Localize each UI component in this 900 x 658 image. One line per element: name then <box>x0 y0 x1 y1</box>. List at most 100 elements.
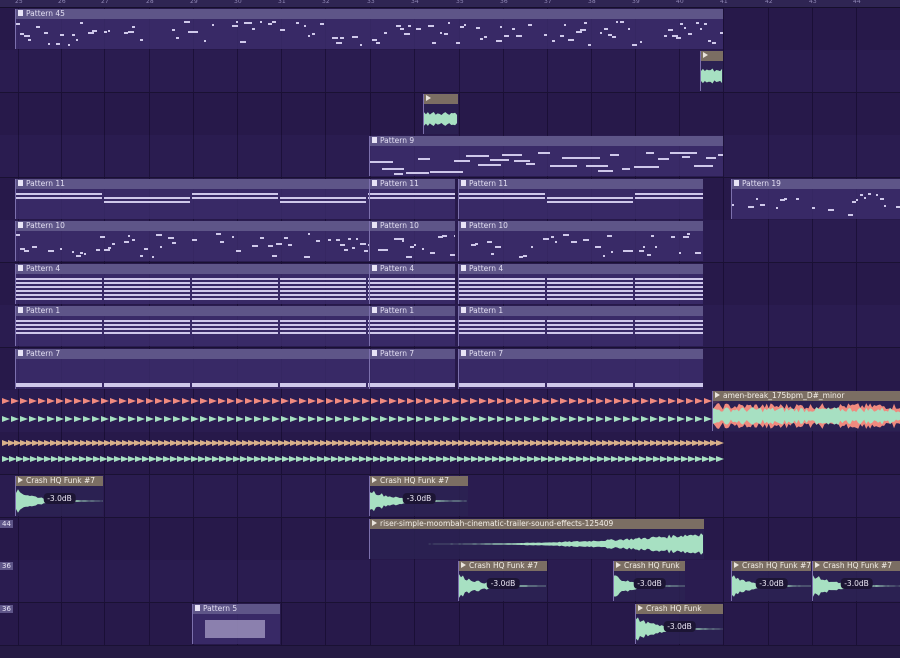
gain-badge[interactable]: -3.0dB <box>486 578 520 589</box>
clip-header[interactable]: Pattern 9 <box>370 136 723 146</box>
audio-clip[interactable]: Crash HQ Funk -3.0dB <box>613 561 685 601</box>
clip-header[interactable]: Pattern 5 <box>193 604 280 614</box>
pattern-clip[interactable]: Pattern 9 <box>369 136 723 176</box>
playlist-track[interactable]: Pattern 5 Crash HQ Funk -3.0dB 36 <box>0 603 900 646</box>
gain-badge[interactable]: -3.0dB <box>402 493 436 504</box>
pattern-clip[interactable]: Pattern 7 <box>458 349 703 389</box>
playlist-track[interactable]: Pattern 45 <box>0 8 900 51</box>
pattern-clip[interactable]: Pattern 1 <box>458 306 703 346</box>
audio-clip[interactable]: Crash HQ Funk #7 -3.0dB <box>812 561 900 601</box>
clip-header[interactable]: Pattern 10 <box>370 221 455 231</box>
audio-clip[interactable]: Crash HQ Funk #7 -3.0dB <box>369 476 468 516</box>
clip-header[interactable]: Pattern 10 <box>459 221 703 231</box>
gain-badge[interactable]: -3.0dB <box>663 621 696 632</box>
clip-header[interactable]: Pattern 11 <box>459 179 703 189</box>
drum-hit <box>470 416 478 422</box>
clip-header[interactable]: Crash HQ Funk #7 <box>732 561 811 571</box>
clip-header[interactable]: Pattern 7 <box>459 349 703 359</box>
playlist-track[interactable] <box>0 93 900 136</box>
playlist-track[interactable]: amen-break_175bpm_D#_minor <box>0 390 900 433</box>
pattern-clip[interactable]: Pattern 10 <box>15 221 370 261</box>
midi-note <box>340 37 344 39</box>
midi-note <box>304 256 310 258</box>
clip-header[interactable]: Crash HQ Funk #7 <box>370 476 468 486</box>
audio-clip[interactable]: Crash HQ Funk #7 -3.0dB <box>15 476 103 516</box>
pattern-clip[interactable]: Pattern 10 <box>369 221 455 261</box>
playlist-track[interactable]: Pattern 11 Pattern 11 Pattern 11 Pattern 19 <box>0 178 900 221</box>
clip-header[interactable]: Crash HQ Funk <box>614 561 685 571</box>
clip-header[interactable]: Pattern 45 <box>16 9 723 19</box>
clip-header[interactable]: riser-simple-moombah-cinematic-trailer-s… <box>370 519 704 529</box>
playlist-track[interactable]: Pattern 1 Pattern 1 Pattern 1 <box>0 305 900 348</box>
audio-clip[interactable]: Crash HQ Funk #7 -3.0dB <box>731 561 811 601</box>
midi-note <box>655 246 657 248</box>
playlist-track[interactable]: Pattern 7 Pattern 7 Pattern 7 <box>0 348 900 391</box>
pattern-clip[interactable]: Pattern 11 <box>15 179 370 219</box>
audio-clip[interactable] <box>423 94 458 134</box>
clip-header[interactable]: Pattern 4 <box>459 264 703 274</box>
pattern-clip[interactable]: Pattern 5 <box>192 604 280 644</box>
playlist-track[interactable]: Pattern 10 Pattern 10 Pattern 10 <box>0 220 900 263</box>
clip-header[interactable]: Pattern 1 <box>370 306 455 316</box>
clip-body <box>370 359 455 389</box>
audio-clip[interactable]: riser-simple-moombah-cinematic-trailer-s… <box>369 519 704 559</box>
gain-badge[interactable]: -3.0dB <box>840 578 873 589</box>
playlist-track[interactable]: Crash HQ Funk #7 -3.0dB Crash HQ Funk -3.0d… <box>0 560 900 603</box>
clip-header[interactable]: Pattern 19 <box>732 179 900 189</box>
playlist-track[interactable]: Pattern 9 <box>0 135 900 178</box>
pattern-clip[interactable]: Pattern 1 <box>369 306 455 346</box>
clip-header[interactable]: Pattern 11 <box>16 179 370 189</box>
audio-clip[interactable] <box>700 51 723 91</box>
clip-header[interactable]: Pattern 1 <box>459 306 703 316</box>
clip-header[interactable]: Pattern 7 <box>370 349 455 359</box>
clip-header[interactable]: Pattern 4 <box>16 264 370 274</box>
bar-number: 30 <box>234 0 242 5</box>
pattern-clip[interactable]: Pattern 11 <box>369 179 455 219</box>
pattern-clip[interactable]: Pattern 4 <box>458 264 703 304</box>
bar-gridline <box>591 475 592 517</box>
audio-clip[interactable]: Crash HQ Funk -3.0dB <box>635 604 723 644</box>
clip-header[interactable]: Crash HQ Funk #7 <box>459 561 547 571</box>
pattern-clip[interactable]: Pattern 45 <box>15 9 723 49</box>
clip-header[interactable]: Pattern 1 <box>16 306 370 316</box>
clip-header[interactable]: Pattern 10 <box>16 221 370 231</box>
playlist-track[interactable]: Pattern 4 Pattern 4 Pattern 4 <box>0 263 900 306</box>
audio-clip[interactable]: Crash HQ Funk #7 -3.0dB <box>458 561 547 601</box>
pattern-clip[interactable]: Pattern 1 <box>15 306 370 346</box>
pattern-clip[interactable]: Pattern 4 <box>369 264 455 304</box>
midi-note <box>476 27 480 29</box>
gain-badge[interactable]: -3.0dB <box>755 578 788 589</box>
midi-note <box>400 28 404 30</box>
gain-badge[interactable]: -3.0dB <box>43 493 76 504</box>
drum-hit <box>209 416 217 422</box>
gain-badge[interactable]: -3.0dB <box>633 578 666 589</box>
midi-note <box>192 282 278 284</box>
midi-note <box>140 39 143 41</box>
clip-header[interactable]: Crash HQ Funk #7 <box>813 561 900 571</box>
playlist-track[interactable]: Crash HQ Funk #7 -3.0dB Crash HQ Funk #7 -3… <box>0 475 900 518</box>
pattern-clip[interactable]: Pattern 7 <box>369 349 455 389</box>
playlist-track[interactable] <box>0 50 900 93</box>
timeline-ruler[interactable]: 25 26 27 28 29 30 31 32 33 34 35 36 37 38 39 40 41 42 43 44 <box>0 0 900 8</box>
pattern-clip[interactable]: Pattern 7 <box>15 349 370 389</box>
clip-header[interactable] <box>424 94 458 104</box>
clip-body <box>459 316 703 346</box>
clip-header[interactable] <box>701 51 723 61</box>
midi-note <box>547 201 633 203</box>
clip-header[interactable]: Pattern 7 <box>16 349 370 359</box>
clip-header[interactable]: Pattern 11 <box>370 179 455 189</box>
audio-clip[interactable]: amen-break_175bpm_D#_minor <box>712 391 900 431</box>
clip-header[interactable]: amen-break_175bpm_D#_minor <box>713 391 900 401</box>
clip-header[interactable]: Crash HQ Funk <box>636 604 723 614</box>
clip-header[interactable]: Crash HQ Funk #7 <box>16 476 103 486</box>
pattern-clip[interactable]: Pattern 11 <box>458 179 703 219</box>
clip-header[interactable]: Pattern 4 <box>370 264 455 274</box>
pattern-clip[interactable]: Pattern 4 <box>15 264 370 304</box>
playlist-track[interactable] <box>0 432 900 475</box>
midi-note <box>112 243 115 245</box>
midi-note <box>192 332 278 334</box>
playlist-track[interactable]: riser-simple-moombah-cinematic-trailer-s… <box>0 518 900 561</box>
pattern-clip[interactable]: Pattern 10 <box>458 221 703 261</box>
playlist-arrangement[interactable]: Pattern 45 Pattern 9 Pattern 11 Pattern 11 P… <box>0 8 900 658</box>
pattern-clip[interactable]: Pattern 19 <box>731 179 900 219</box>
